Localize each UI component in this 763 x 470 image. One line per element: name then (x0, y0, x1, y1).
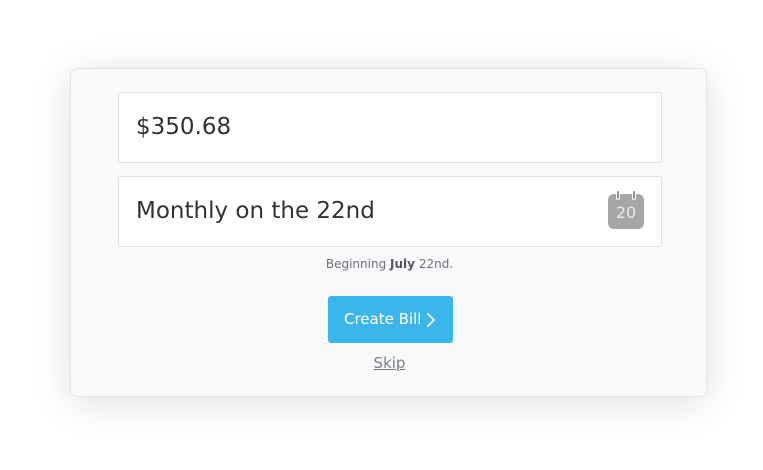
calendar-icon[interactable]: 20 (608, 190, 644, 229)
calendar-ring-right (632, 190, 636, 200)
recurrence-field[interactable]: Monthly on the 22nd 20 (118, 176, 662, 247)
create-bill-card: $350.68 Monthly on the 22nd 20 Beginning… (70, 68, 707, 397)
create-bill-label: Create Bill (344, 310, 422, 328)
create-bill-button[interactable]: Create Bill (328, 296, 453, 343)
hint-prefix: Beginning (325, 257, 387, 271)
amount-value: $350.68 (136, 114, 232, 140)
chevron-right-icon (427, 313, 435, 327)
calendar-day: 20 (615, 203, 637, 222)
amount-field[interactable]: $350.68 (118, 92, 662, 163)
hint-day: 22nd. (418, 257, 454, 271)
start-date-hint: Beginning July 22nd. (71, 257, 708, 271)
calendar-ring-left (616, 190, 620, 200)
skip-link-wrapper: Skip (71, 354, 708, 372)
hint-month: July (390, 257, 415, 271)
skip-link[interactable]: Skip (374, 354, 406, 372)
recurrence-value: Monthly on the 22nd (136, 198, 375, 224)
